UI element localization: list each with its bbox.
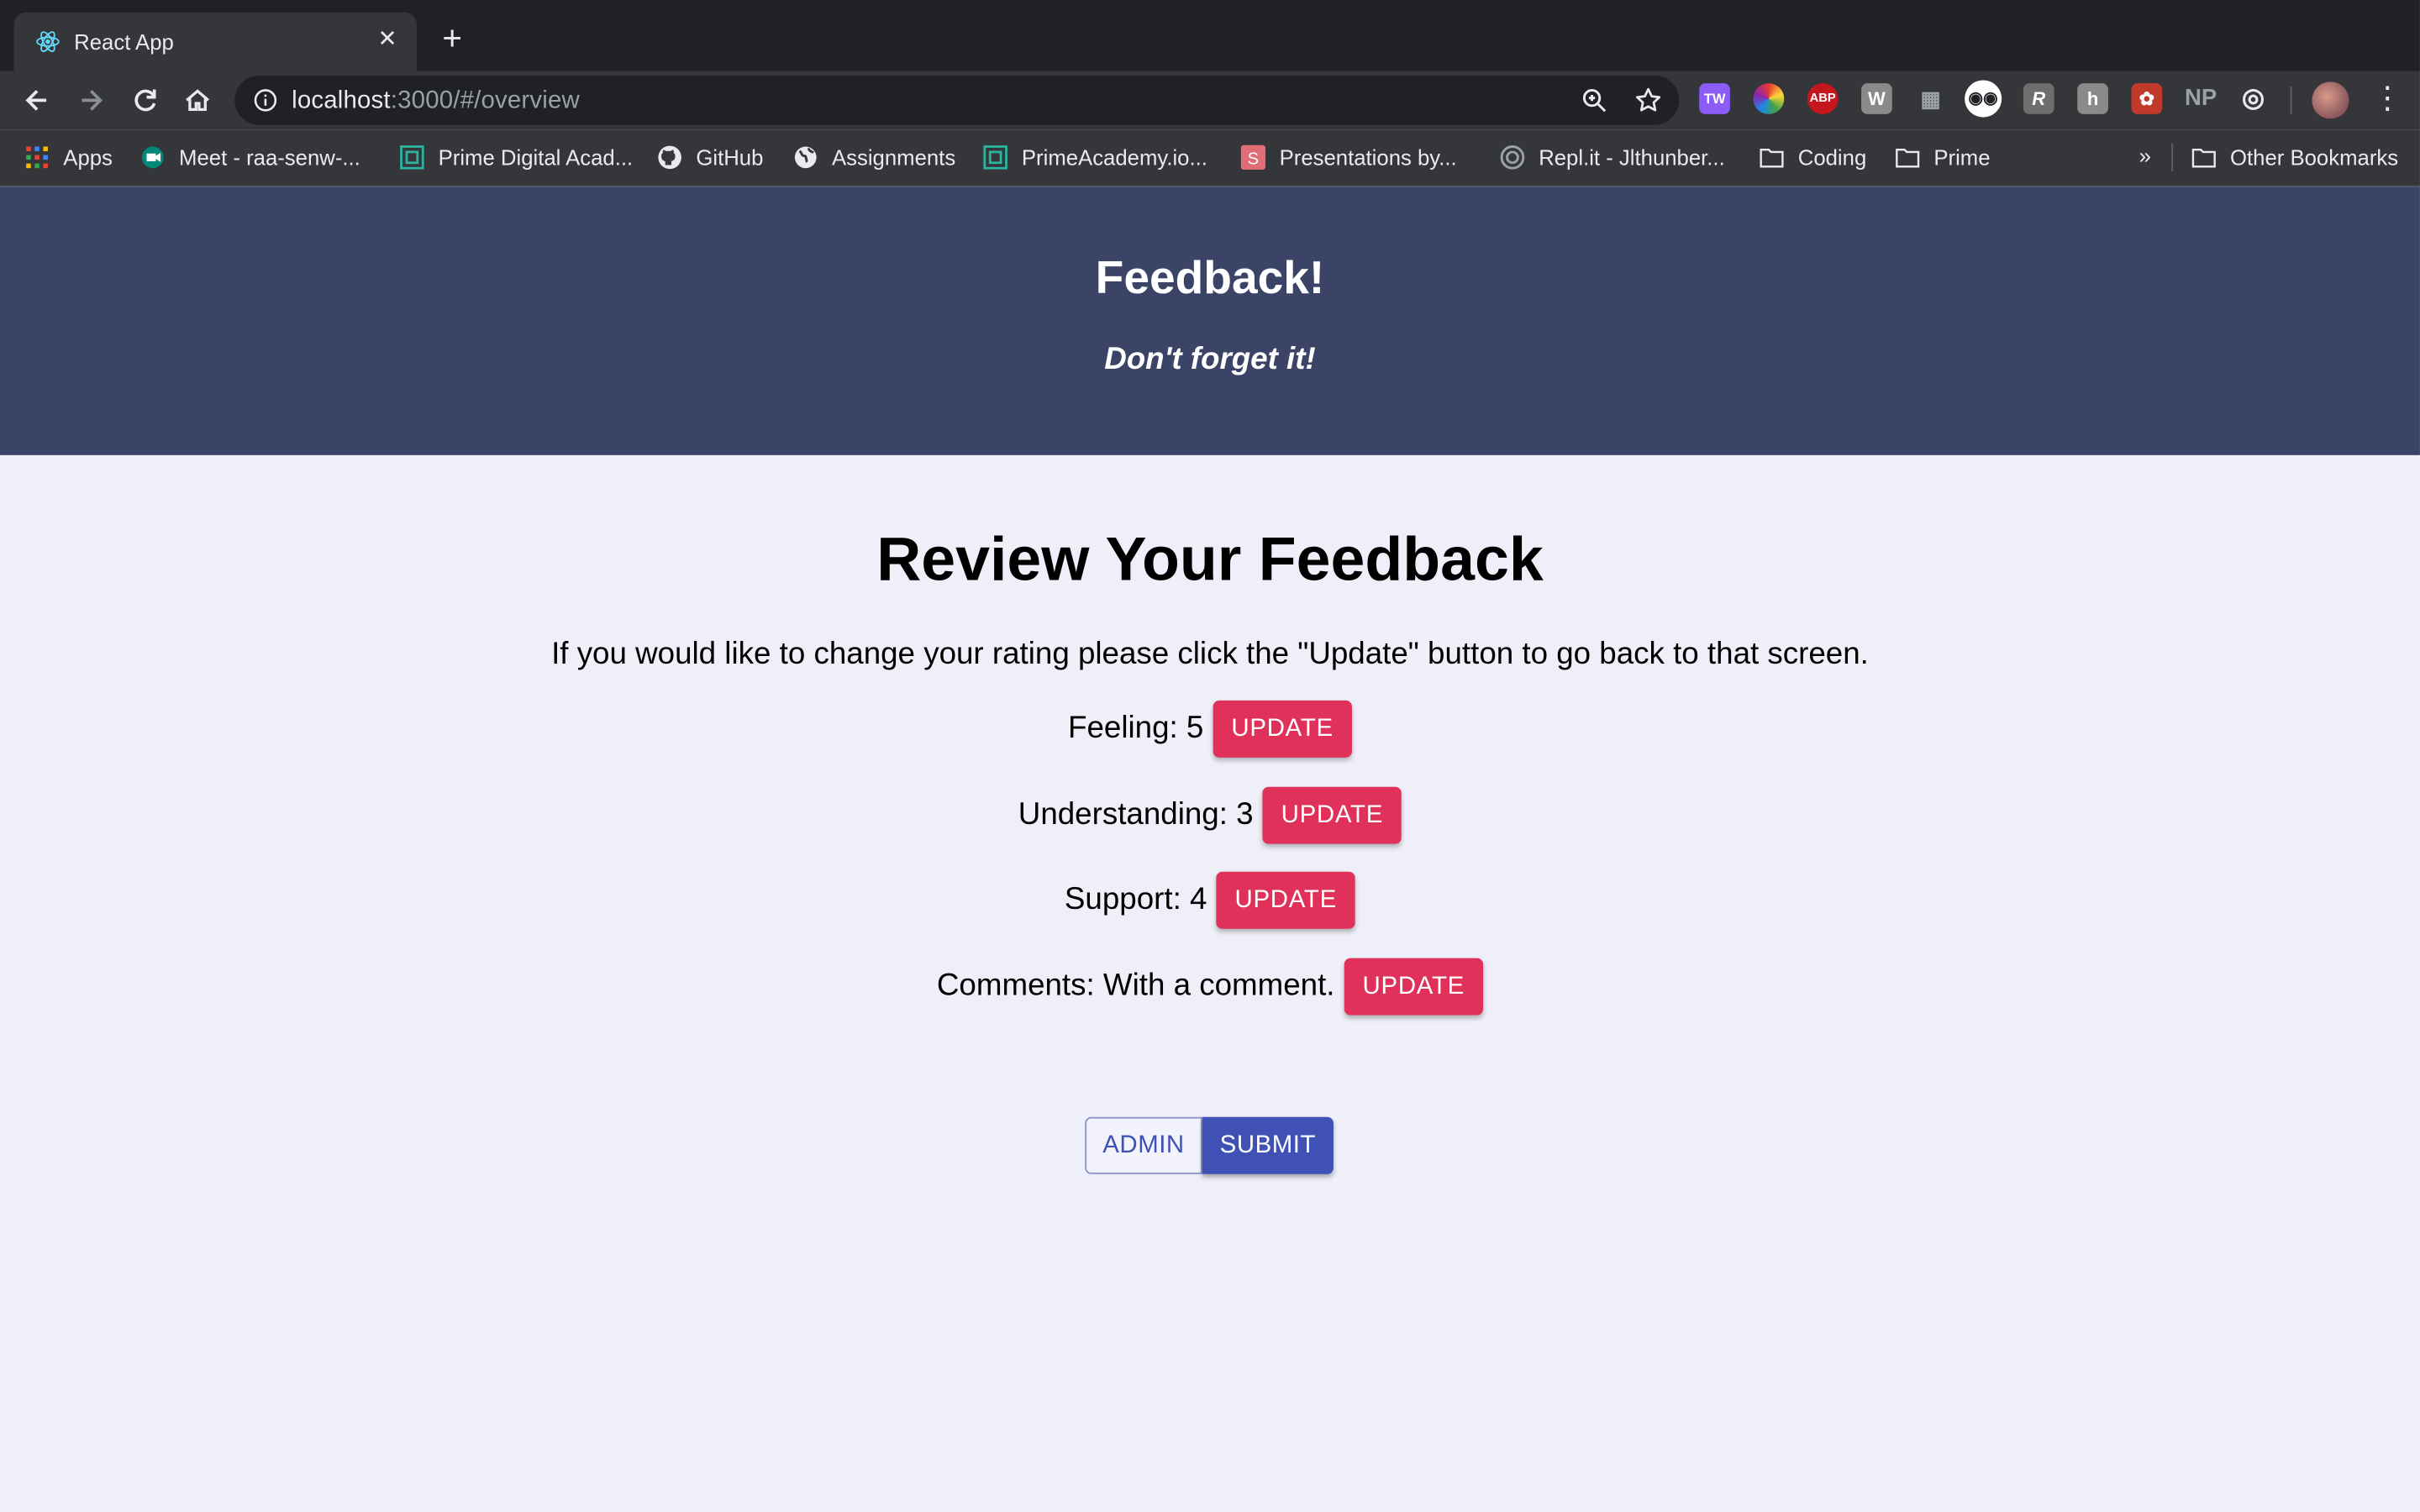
- svg-text:S: S: [1248, 150, 1259, 169]
- meet-icon: [141, 146, 164, 169]
- bookmark-folder-coding[interactable]: Coding: [1760, 144, 1866, 171]
- app-subtitle: Don't forget it!: [1104, 342, 1316, 377]
- home-icon[interactable]: [182, 85, 213, 116]
- address-bar[interactable]: localhost:3000/#/overview: [234, 75, 1680, 125]
- page-title: Review Your Feedback: [876, 526, 1544, 595]
- prime-icon: [983, 145, 1007, 170]
- bookmarks-bar: Apps Meet - raa-senw-... Prime Digital A…: [0, 129, 2420, 187]
- bookmark-github[interactable]: GitHub: [657, 144, 763, 171]
- url-path: :3000/#/overview: [390, 87, 580, 114]
- app-header: Feedback! Don't forget it!: [0, 186, 2420, 455]
- review-item-support: Support: 4 UPDATE: [0, 871, 2420, 929]
- slides-icon: S: [1240, 144, 1266, 171]
- action-buttons: ADMIN SUBMIT: [1085, 1116, 1334, 1174]
- bookmark-label: Repl.it - Jlthunber...: [1539, 144, 1725, 171]
- prime-icon: [400, 145, 424, 170]
- bookmark-label: Prime Digital Acad...: [438, 144, 634, 171]
- extension-owl-icon[interactable]: ◉◉: [1965, 80, 2002, 118]
- bookmark-label: Presentations by...: [1279, 144, 1457, 171]
- bookmark-label: PrimeAcademy.io...: [1021, 144, 1207, 171]
- folder-icon: [1896, 148, 1920, 168]
- reload-icon[interactable]: [129, 85, 160, 116]
- folder-icon: [2191, 148, 2216, 168]
- extension-color-icon[interactable]: [1753, 83, 1785, 114]
- review-item-feeling: Feeling: 5 UPDATE: [0, 700, 2420, 758]
- understanding-value: Understanding: 3: [1018, 797, 1254, 832]
- bookmark-presentations[interactable]: S Presentations by...: [1240, 144, 1457, 171]
- extension-r-icon[interactable]: R: [2023, 83, 2054, 114]
- bookmark-prime-digital[interactable]: Prime Digital Acad...: [400, 144, 633, 171]
- browser-tab[interactable]: React App ✕: [13, 12, 417, 71]
- apps-grid-icon: [26, 146, 48, 169]
- globe-icon: [794, 146, 817, 169]
- bookmark-label: Apps: [63, 144, 113, 171]
- bookmark-meet[interactable]: Meet - raa-senw-...: [140, 144, 360, 171]
- bookmark-label: Prime: [1933, 144, 1991, 171]
- bookmark-label: Assignments: [831, 144, 956, 171]
- react-logo-icon: [36, 31, 60, 52]
- extension-adblock-icon[interactable]: ABP: [1807, 83, 1839, 114]
- submit-button[interactable]: SUBMIT: [1202, 1116, 1334, 1174]
- bookmark-label: GitHub: [696, 144, 764, 171]
- page-content: Feedback! Don't forget it! Review Your F…: [0, 186, 2420, 1512]
- bookmark-primeacademy[interactable]: PrimeAcademy.io...: [983, 144, 1207, 171]
- instructions-text: If you would like to change your rating …: [551, 637, 1869, 671]
- update-feeling-button[interactable]: UPDATE: [1213, 700, 1352, 758]
- update-support-button[interactable]: UPDATE: [1216, 871, 1355, 929]
- browser-toolbar: localhost:3000/#/overview TW ABP W ▦ ◉◉ …: [0, 71, 2420, 130]
- zoom-icon[interactable]: [1581, 87, 1608, 114]
- profile-avatar[interactable]: [2312, 81, 2349, 119]
- bookmark-replit[interactable]: Repl.it - Jlthunber...: [1500, 144, 1725, 171]
- url-host: localhost: [292, 87, 391, 114]
- app-title: Feedback!: [1095, 253, 1325, 304]
- extension-grid-icon[interactable]: ▦: [1915, 83, 1946, 114]
- bookmark-label: Coding: [1797, 144, 1867, 171]
- close-tab-icon[interactable]: ✕: [373, 26, 401, 54]
- admin-button[interactable]: ADMIN: [1085, 1116, 1202, 1174]
- github-icon: [658, 145, 681, 170]
- bookmarks-divider: [2171, 143, 2174, 171]
- extension-target-icon[interactable]: ◎: [2238, 83, 2269, 114]
- tab-title: React App: [74, 29, 174, 55]
- bookmark-label: Meet - raa-senw-...: [179, 144, 360, 171]
- comments-value: Comments: With a comment.: [936, 969, 1335, 1003]
- update-understanding-button[interactable]: UPDATE: [1262, 786, 1402, 844]
- browser-tabstrip: React App ✕ +: [0, 0, 2420, 71]
- bookmark-folder-other[interactable]: Other Bookmarks: [2191, 144, 2398, 171]
- extension-tw-icon[interactable]: TW: [1699, 83, 1730, 114]
- update-comments-button[interactable]: UPDATE: [1344, 958, 1484, 1016]
- toolbar-divider: [2290, 86, 2292, 114]
- extension-np-icon[interactable]: NP: [2182, 83, 2219, 114]
- bookmark-assignments[interactable]: Assignments: [793, 144, 955, 171]
- folder-icon: [1760, 148, 1784, 168]
- review-item-comments: Comments: With a comment. UPDATE: [0, 958, 2420, 1016]
- forward-arrow-icon[interactable]: [76, 85, 107, 116]
- extension-w-icon[interactable]: W: [1861, 83, 1892, 114]
- new-tab-button[interactable]: +: [437, 21, 468, 55]
- bookmarks-overflow-icon[interactable]: »: [2139, 144, 2151, 168]
- replit-icon: [1500, 145, 1525, 170]
- extension-red-icon[interactable]: ✿: [2131, 83, 2163, 114]
- bookmark-label: Other Bookmarks: [2230, 144, 2399, 171]
- extension-h-icon[interactable]: h: [2077, 83, 2108, 114]
- bookmark-folder-prime[interactable]: Prime: [1895, 144, 1991, 171]
- back-arrow-icon[interactable]: [22, 85, 53, 116]
- feeling-value: Feeling: 5: [1068, 711, 1204, 746]
- review-item-understanding: Understanding: 3 UPDATE: [0, 786, 2420, 844]
- url-text[interactable]: localhost:3000/#/overview: [292, 88, 580, 116]
- bookmark-apps[interactable]: Apps: [24, 144, 113, 171]
- browser-menu-icon[interactable]: ⋮: [2372, 83, 2403, 116]
- support-value: Support: 4: [1064, 882, 1207, 916]
- bookmark-star-icon[interactable]: [1634, 87, 1662, 114]
- site-info-icon[interactable]: [253, 88, 277, 113]
